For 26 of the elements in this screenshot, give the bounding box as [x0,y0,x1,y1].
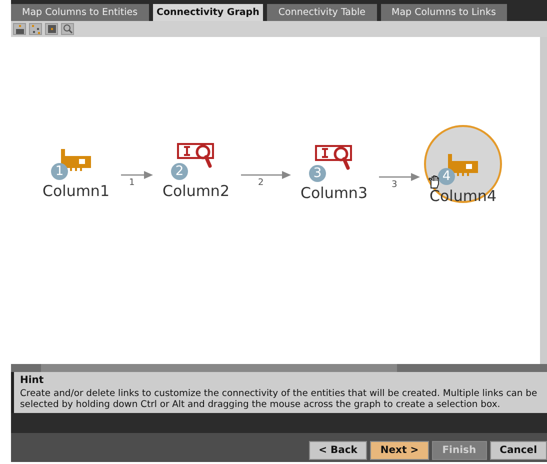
link-label: 2 [258,178,264,188]
organic-layout-icon[interactable] [29,23,42,35]
node-number: 2 [171,163,188,180]
node-number: 1 [51,163,68,180]
tab[interactable]: Map Columns to Links [380,4,507,21]
link-arrow[interactable] [241,171,291,179]
scrollbar-thumb[interactable] [41,364,397,372]
wizard-button[interactable]: Cancel [490,441,547,460]
link-arrow[interactable] [121,171,153,179]
hierarchy-layout-icon[interactable] [13,23,26,35]
hint-title: Hint [20,375,45,386]
wizard-button[interactable]: Next > [370,441,429,460]
link-label: 1 [129,178,135,188]
hint-text: Create and/or delete links to customize the connectivity of the entities that will be created. Multiple links can be selected by holding down Ctrl or Alt and dragging the mouse across the graph to create a selection box. [20,388,538,410]
search-icon[interactable] [61,23,74,35]
tab[interactable]: Connectivity Graph [152,4,264,21]
link-label: 3 [392,180,398,190]
wizard-button[interactable]: < Back [308,441,368,460]
node-number: 3 [309,165,326,182]
node-label[interactable]: Column3 [300,184,368,202]
tab[interactable]: Connectivity Table [267,4,377,21]
link-arrow[interactable] [379,173,420,181]
node-label[interactable]: Column1 [42,182,110,200]
node-label[interactable]: Column2 [162,182,230,200]
grid-layout-icon[interactable] [45,23,58,35]
tab[interactable]: Map Columns to Entities [11,4,149,21]
